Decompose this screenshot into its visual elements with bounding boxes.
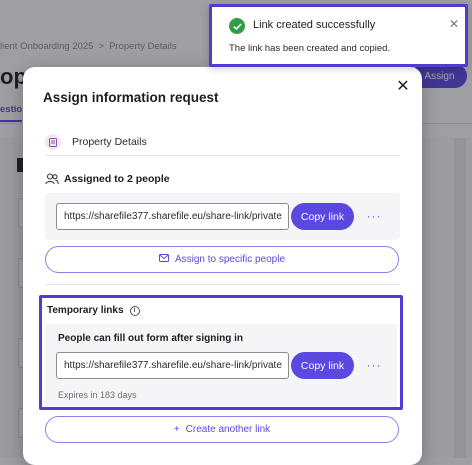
- more-options-icon[interactable]: ···: [363, 354, 385, 376]
- mail-icon: [158, 254, 169, 265]
- create-another-label: Create another link: [185, 424, 271, 435]
- temporary-links-section: Temporary links i People can fill out fo…: [39, 295, 403, 410]
- copy-temporary-link-button[interactable]: Copy link: [291, 352, 354, 379]
- copy-link-button[interactable]: Copy link: [291, 203, 354, 230]
- dialog-title: Assign information request: [43, 90, 219, 105]
- divider: [45, 155, 400, 156]
- form-icon: [45, 134, 61, 150]
- template-name: Property Details: [72, 136, 147, 148]
- close-icon[interactable]: ✕: [395, 79, 411, 95]
- toast-message: The link has been created and copied.: [229, 43, 391, 54]
- plus-icon: +: [173, 424, 180, 435]
- temporary-link-field[interactable]: https://sharefile377.sharefile.eu/share-…: [56, 352, 289, 379]
- assign-request-dialog: Assign information request ✕ Property De…: [23, 67, 422, 465]
- success-toast: Link created successfully The link has b…: [209, 4, 468, 67]
- close-icon[interactable]: ✕: [448, 18, 460, 30]
- assign-specific-label: Assign to specific people: [174, 254, 286, 265]
- divider: [45, 284, 400, 285]
- people-icon: [45, 173, 59, 185]
- assigned-link-field[interactable]: https://sharefile377.sharefile.eu/share-…: [56, 203, 289, 230]
- check-circle-icon: [229, 18, 245, 34]
- temporary-links-label: Temporary links: [47, 305, 124, 316]
- temporary-link-subtitle: People can fill out form after signing i…: [58, 333, 244, 344]
- assigned-label: Assigned to 2 people: [64, 173, 170, 185]
- template-row: Property Details: [45, 131, 400, 153]
- assigned-link-panel: https://sharefile377.sharefile.eu/share-…: [45, 193, 400, 240]
- assign-specific-people-button[interactable]: Assign to specific people: [45, 246, 399, 273]
- temporary-links-header: Temporary links i: [47, 305, 140, 316]
- create-another-link-button[interactable]: + Create another link: [45, 416, 399, 443]
- expiry-text: Expires in 183 days: [58, 390, 137, 400]
- info-icon[interactable]: i: [129, 305, 140, 316]
- toast-title: Link created successfully: [253, 19, 376, 31]
- more-options-icon[interactable]: ···: [363, 205, 385, 227]
- assigned-heading: Assigned to 2 people: [45, 173, 170, 185]
- temporary-link-panel: People can fill out form after signing i…: [45, 324, 397, 407]
